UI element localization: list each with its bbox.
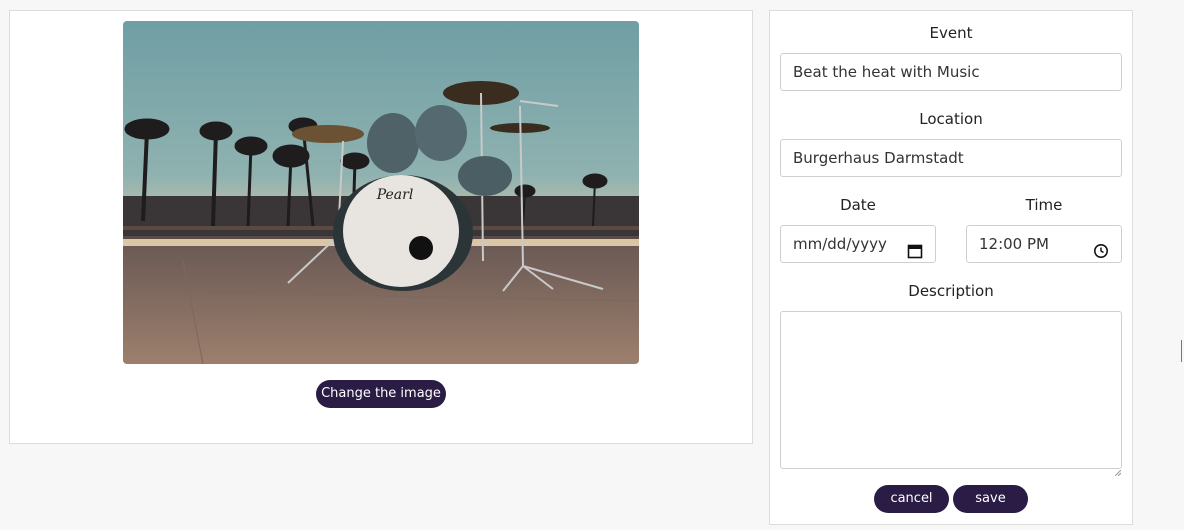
event-form: Event Beat the heat with Music Location … [769, 10, 1133, 525]
event-label: Event [929, 24, 973, 42]
location-label: Location [919, 110, 983, 128]
location-input[interactable]: Burgerhaus Darmstadt [780, 139, 1122, 177]
time-label: Time [1025, 196, 1063, 214]
image-panel: Pearl Change the image [9, 10, 753, 444]
drum-brand-logo: Pearl [376, 187, 414, 203]
text-cursor [1181, 340, 1182, 362]
resize-grip-icon[interactable] [1114, 461, 1129, 521]
time-input[interactable]: 12:00 PM [966, 225, 1122, 263]
cancel-button[interactable]: cancel [874, 485, 949, 513]
date-label: Date [840, 196, 876, 214]
clock-icon[interactable] [1093, 236, 1109, 272]
description-textarea[interactable] [780, 311, 1122, 469]
calendar-icon[interactable] [907, 236, 923, 272]
save-button[interactable]: save [953, 485, 1028, 513]
event-value: Beat the heat with Music [793, 63, 980, 81]
date-input[interactable]: mm/dd/yyyy [780, 225, 936, 263]
location-value: Burgerhaus Darmstadt [793, 149, 964, 167]
description-label: Description [908, 282, 994, 300]
event-input[interactable]: Beat the heat with Music [780, 53, 1122, 91]
change-image-button[interactable]: Change the image [316, 380, 446, 408]
date-value: mm/dd/yyyy [793, 235, 887, 253]
time-value: 12:00 PM [979, 235, 1049, 253]
event-image: Pearl [123, 21, 639, 364]
